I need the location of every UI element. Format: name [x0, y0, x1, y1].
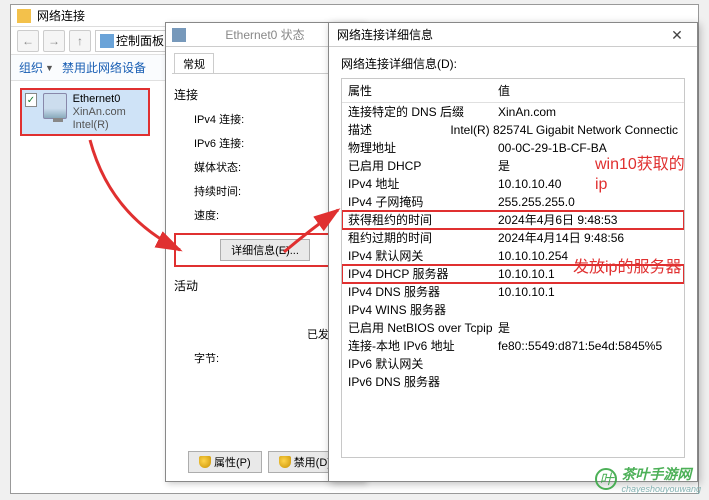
watermark: 叶 茶叶手游网 chayeshouyouwang	[595, 464, 701, 494]
close-icon: ✕	[671, 27, 683, 44]
annotation-win10-ip: win10获取的 ip	[595, 155, 685, 195]
adapter-nic: Intel(R) 82574L G	[73, 119, 145, 131]
adapter-checkbox[interactable]: ✓	[25, 93, 37, 107]
details-title: 网络连接详细信息	[337, 26, 433, 43]
network-icon	[172, 28, 186, 42]
nav-up-button[interactable]: ↑	[69, 30, 91, 52]
label-ipv6-conn: IPv6 连接:	[194, 135, 244, 151]
breadcrumb-icon	[100, 34, 114, 48]
properties-button[interactable]: 属性(P)	[188, 451, 262, 473]
breadcrumb-root[interactable]: 控制面板	[116, 32, 164, 49]
adapter-text: Ethernet0 XinAn.com Intel(R) 82574L G	[73, 93, 145, 131]
label-speed: 速度:	[194, 207, 219, 223]
label-media-state: 媒体状态:	[194, 159, 241, 175]
label-duration: 持续时间:	[194, 183, 241, 199]
details-row[interactable]: 获得租约的时间2024年4月6日 9:48:53	[342, 211, 684, 229]
details-row[interactable]: 连接-本地 IPv6 地址fe80::5549:d871:5e4d:5845%5	[342, 337, 684, 355]
status-title: Ethernet0 状态	[225, 26, 304, 43]
close-button[interactable]: ✕	[657, 23, 697, 47]
nav-back-button[interactable]: ←	[17, 30, 39, 52]
details-row[interactable]: IPv4 WINS 服务器	[342, 301, 684, 319]
toolbar-organize[interactable]: 组织▼	[19, 59, 54, 76]
annotation-dhcp-server: 发放ip的服务器	[573, 258, 681, 278]
base-title: 网络连接	[37, 7, 85, 24]
label-ipv4-conn: IPv4 连接:	[194, 111, 244, 127]
details-row[interactable]: IPv4 DNS 服务器10.10.10.1	[342, 283, 684, 301]
details-subtitle: 网络连接详细信息(D):	[329, 47, 697, 76]
col-header-value: 值	[492, 79, 516, 102]
details-row[interactable]: 租约过期的时间2024年4月14日 9:48:56	[342, 229, 684, 247]
network-details-window: 网络连接详细信息 ✕ 网络连接详细信息(D): 属性 值 连接特定的 DNS 后…	[328, 22, 698, 482]
watermark-logo-icon: 叶	[595, 468, 617, 490]
adapter-card-ethernet0[interactable]: ✓ Ethernet0 XinAn.com Intel(R) 82574L G	[20, 88, 150, 136]
details-titlebar: 网络连接详细信息 ✕	[329, 23, 697, 47]
shield-icon	[199, 456, 211, 468]
adapter-domain: XinAn.com	[73, 106, 145, 119]
toolbar-disable-device[interactable]: 禁用此网络设备	[62, 59, 146, 76]
folder-icon	[17, 9, 31, 23]
details-row[interactable]: IPv6 DNS 服务器	[342, 373, 684, 391]
shield-icon	[279, 456, 291, 468]
adapter-name: Ethernet0	[73, 93, 145, 106]
details-row[interactable]: 已启用 NetBIOS over Tcpip是	[342, 319, 684, 337]
col-header-property: 属性	[342, 79, 492, 102]
network-adapter-icon	[43, 93, 67, 119]
details-row[interactable]: 连接特定的 DNS 后缀XinAn.com	[342, 103, 684, 121]
label-bytes: 字节:	[194, 350, 219, 366]
details-row[interactable]: IPv6 默认网关	[342, 355, 684, 373]
details-row[interactable]: 描述Intel(R) 82574L Gigabit Network Connec…	[342, 121, 684, 139]
tab-general[interactable]: 常规	[174, 53, 214, 73]
details-button[interactable]: 详细信息(E)...	[220, 239, 310, 261]
details-row[interactable]: IPv4 子网掩码255.255.255.0	[342, 193, 684, 211]
nav-fwd-button[interactable]: →	[43, 30, 65, 52]
details-header-row: 属性 值	[342, 79, 684, 103]
chevron-down-icon: ▼	[45, 63, 54, 73]
